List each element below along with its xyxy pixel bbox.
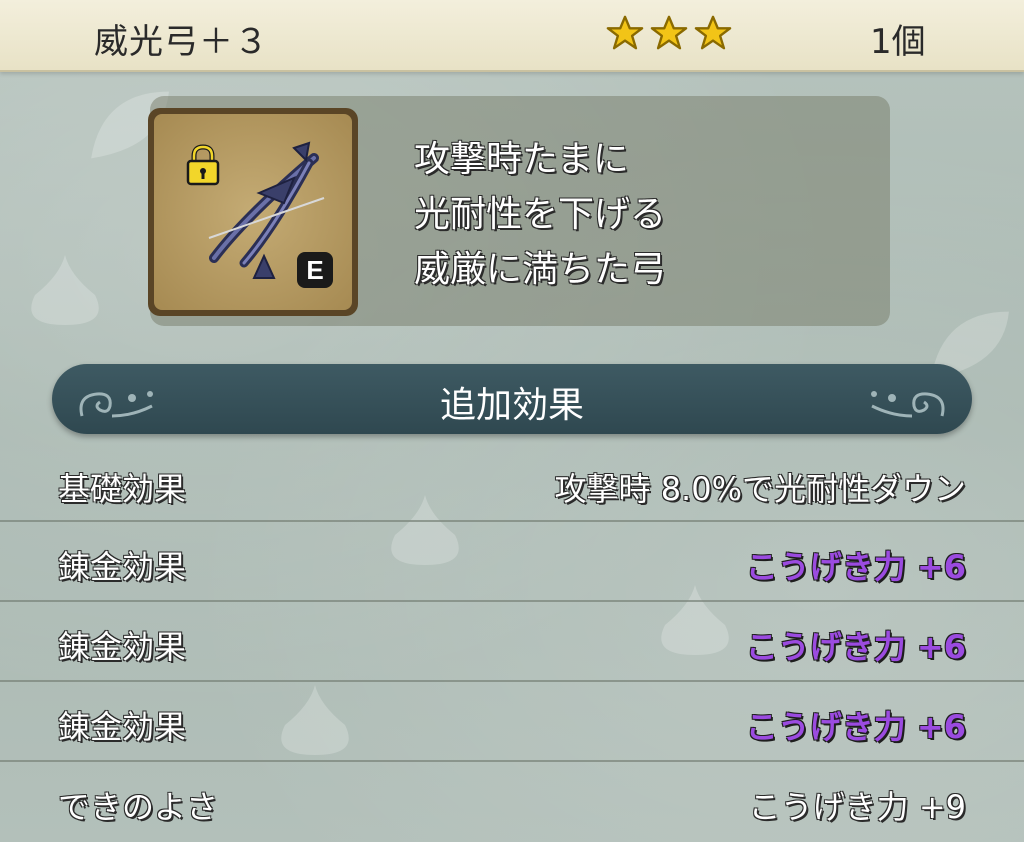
equipped-badge: E bbox=[297, 252, 333, 288]
item-icon-frame[interactable]: E bbox=[148, 108, 358, 316]
slime-watermark-icon bbox=[31, 255, 99, 325]
flourish-ornament-icon bbox=[871, 391, 945, 418]
padlock-icon bbox=[186, 144, 220, 186]
description-line: 威厳に満ちた弓 bbox=[414, 249, 667, 290]
effect-label: できのよさ bbox=[58, 788, 219, 826]
section-title: 追加効果 bbox=[439, 385, 584, 426]
item-description: 攻撃時たまに 光耐性を下げる 威厳に満ちた弓 bbox=[414, 132, 666, 297]
effect-value: こうげき力 +6 bbox=[745, 628, 966, 666]
effect-row-quality: できのよさ こうげき力 +9 bbox=[0, 762, 1024, 842]
description-line: 攻撃時たまに bbox=[414, 139, 629, 180]
star-icon bbox=[606, 15, 644, 50]
effect-label: 錬金効果 bbox=[58, 548, 187, 586]
effect-row-base: 基礎効果 攻撃時 8.0%で光耐性ダウン bbox=[0, 444, 1024, 522]
effect-row-alchemy: 錬金効果 こうげき力 +6 bbox=[0, 682, 1024, 762]
item-header: 威光弓＋３ 1個 bbox=[0, 0, 1024, 72]
effect-row-alchemy: 錬金効果 こうげき力 +6 bbox=[0, 522, 1024, 602]
effects-list: 基礎効果 攻撃時 8.0%で光耐性ダウン 錬金効果 こうげき力 +6 錬金効果 … bbox=[0, 444, 1024, 842]
effect-value: 攻撃時 8.0%で光耐性ダウン bbox=[554, 470, 966, 508]
effect-value: こうげき力 +9 bbox=[748, 788, 966, 826]
effect-label: 錬金効果 bbox=[58, 628, 187, 666]
effect-label: 基礎効果 bbox=[58, 470, 187, 508]
description-line: 光耐性を下げる bbox=[414, 194, 667, 235]
item-icon-background: E bbox=[154, 114, 352, 310]
effect-value: こうげき力 +6 bbox=[745, 548, 966, 586]
item-quantity: 1個 bbox=[870, 22, 926, 62]
rarity-stars bbox=[606, 14, 732, 52]
effect-row-alchemy: 錬金効果 こうげき力 +6 bbox=[0, 602, 1024, 682]
section-banner: 追加効果 bbox=[52, 364, 972, 434]
item-name: 威光弓＋３ bbox=[94, 22, 269, 62]
star-icon bbox=[650, 15, 688, 50]
effect-value: こうげき力 +6 bbox=[745, 708, 966, 746]
effect-label: 錬金効果 bbox=[58, 708, 187, 746]
star-icon bbox=[694, 15, 732, 50]
